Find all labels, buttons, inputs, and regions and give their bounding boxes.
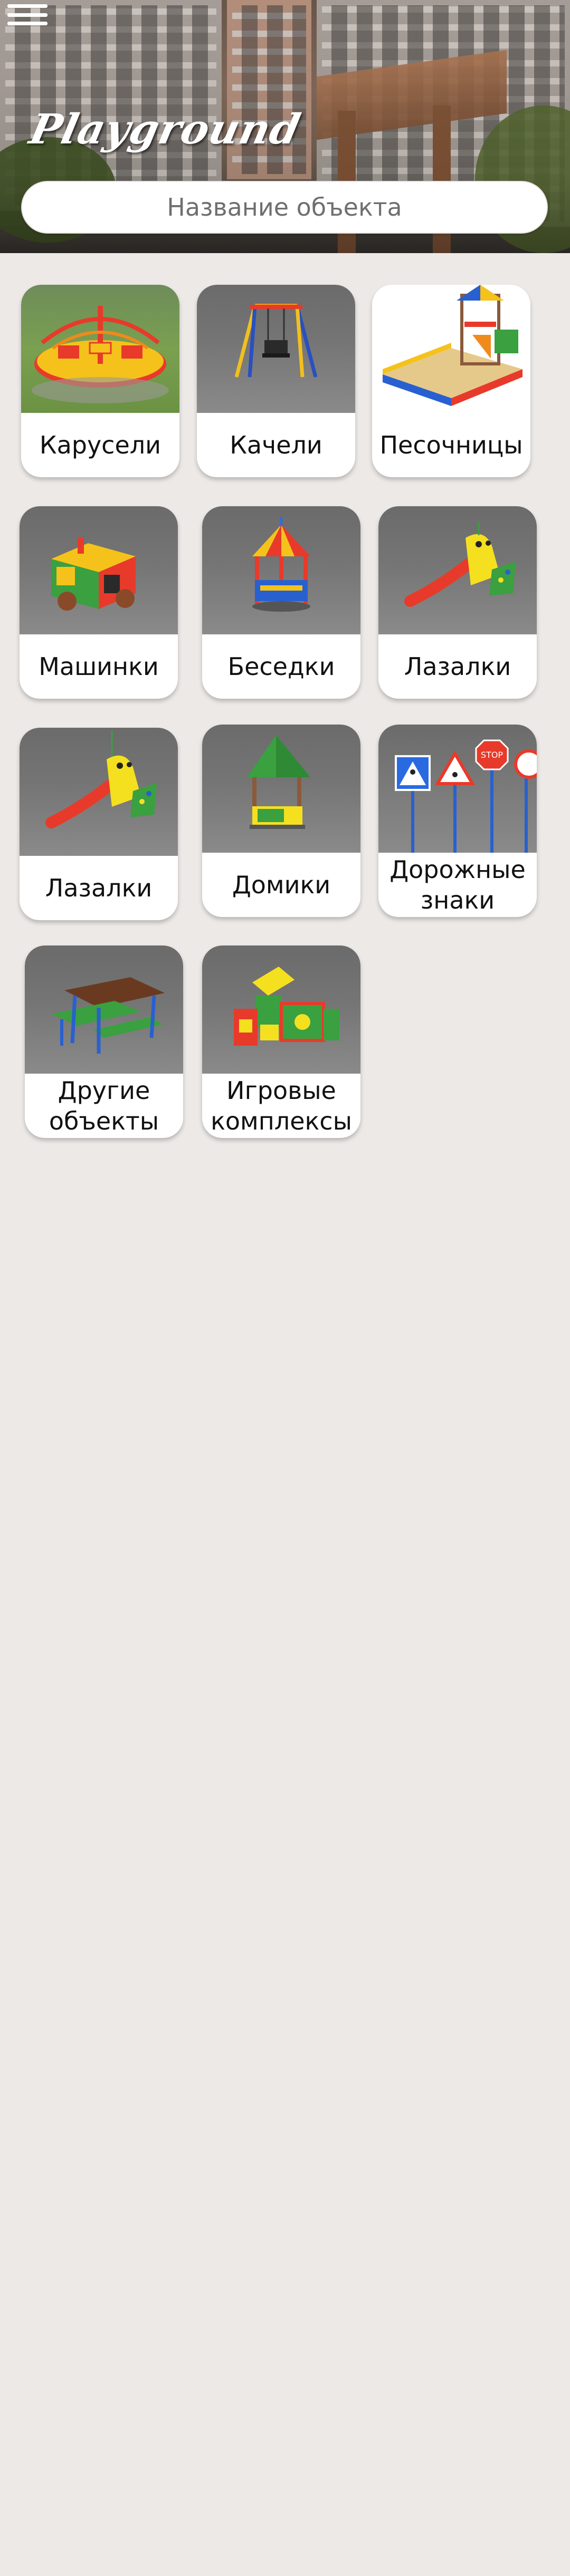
carousel-image (21, 285, 179, 413)
category-card-gazebos[interactable]: Беседки (202, 506, 360, 699)
hamburger-menu-icon[interactable] (7, 4, 48, 25)
category-label: Качели (230, 431, 322, 459)
slide-image (20, 728, 178, 856)
category-card-carousels[interactable]: Карусели (21, 285, 179, 477)
sandbox-image (372, 285, 530, 413)
category-label: Беседки (227, 652, 335, 681)
category-card-play-complexes[interactable]: Игровые комплексы (202, 946, 360, 1138)
category-card-swings[interactable]: Качели (197, 285, 355, 477)
playhouse-image (202, 725, 360, 853)
category-label: Машинки (39, 652, 159, 681)
slide-image (378, 506, 537, 634)
category-card-other-objects[interactable]: Другие объекты (25, 946, 183, 1138)
category-label: Игровые комплексы (211, 1076, 352, 1135)
picnic-table-image (25, 946, 183, 1074)
app-logo: Playground (25, 105, 305, 153)
road-signs-image: STOP (378, 725, 537, 853)
category-label: Карусели (39, 431, 162, 459)
category-card-playhouses[interactable]: Домики (202, 725, 360, 917)
category-card-sandboxes[interactable]: Песочницы (372, 285, 530, 477)
category-card-slides-1[interactable]: Лазалки (378, 506, 537, 699)
category-card-slides-2[interactable]: Лазалки (20, 728, 178, 920)
search-input[interactable] (21, 181, 548, 234)
category-card-toy-cars[interactable]: Машинки (20, 506, 178, 699)
svg-text:STOP: STOP (481, 750, 504, 760)
category-label: Дорожные знаки (390, 855, 526, 914)
play-complex-image (202, 946, 360, 1074)
toy-car-image (20, 506, 178, 634)
category-label: Песочницы (379, 431, 523, 459)
category-label: Лазалки (45, 874, 153, 902)
gazebo-image (202, 506, 360, 634)
category-label: Лазалки (404, 652, 511, 681)
swing-image (197, 285, 355, 413)
category-label: Другие объекты (49, 1076, 159, 1135)
header-banner: Playground (0, 0, 570, 253)
category-label: Домики (232, 871, 331, 899)
category-card-road-signs[interactable]: STOP Дорожные знаки (378, 725, 537, 917)
